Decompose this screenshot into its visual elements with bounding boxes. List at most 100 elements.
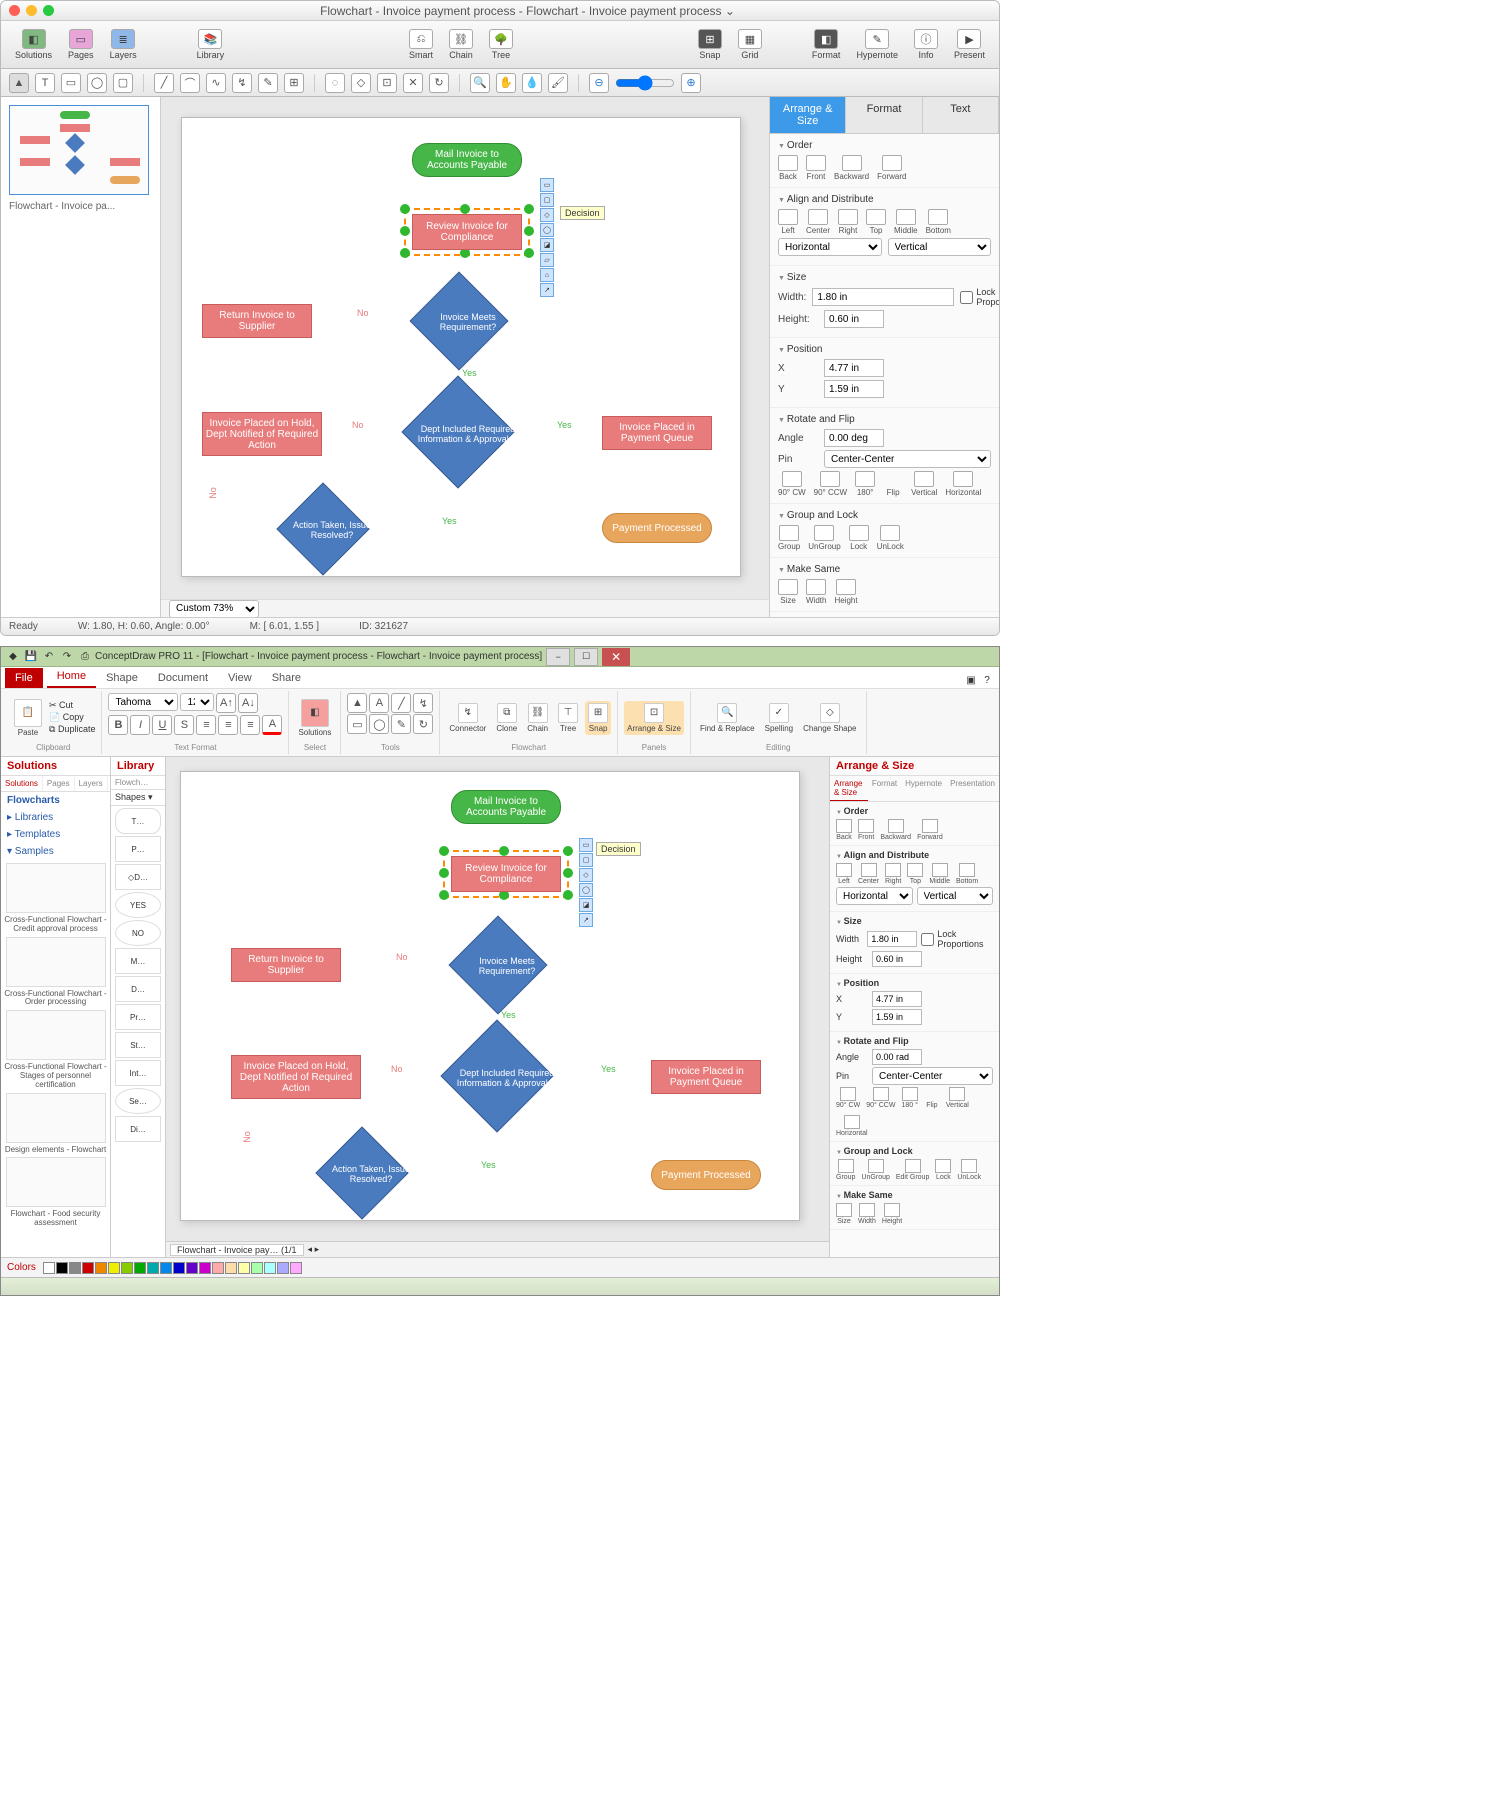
order-backward[interactable]: Backward [834, 155, 869, 181]
pt-ellipse[interactable]: ◯ [369, 714, 389, 734]
fc-connector[interactable]: ↯Connector [446, 701, 489, 735]
paste-button[interactable]: 📋Paste [11, 697, 45, 739]
w-unlock[interactable]: UnLock [957, 1159, 981, 1181]
qt-round[interactable]: ▢ [579, 853, 593, 867]
order-forward[interactable]: Forward [877, 155, 906, 181]
tab-format[interactable]: Format [846, 97, 922, 133]
qt-doc[interactable]: ◪ [540, 238, 554, 252]
minimize-icon[interactable]: − [546, 648, 570, 666]
tab-home[interactable]: Home [47, 666, 96, 688]
qat-save[interactable]: 💾 [23, 649, 39, 665]
shape-d[interactable]: D… [115, 976, 161, 1002]
pt-text[interactable]: A [369, 693, 389, 713]
wrt-format[interactable]: Format [868, 776, 901, 801]
w-sheight[interactable]: Height [882, 1203, 902, 1225]
ungroup-button[interactable]: UnGroup [808, 525, 840, 551]
color-swatch[interactable] [147, 1262, 159, 1274]
color-swatch[interactable] [173, 1262, 185, 1274]
sample-thumb[interactable] [6, 1157, 106, 1207]
align-right[interactable]: Right [838, 209, 858, 235]
color-swatch[interactable] [199, 1262, 211, 1274]
canvas-area[interactable]: Mail Invoice to Accounts Payable Review … [161, 97, 769, 617]
color-swatch[interactable] [251, 1262, 263, 1274]
w-editgroup[interactable]: Edit Group [896, 1159, 929, 1181]
shape-process-review[interactable]: Review Invoice for Compliance [412, 214, 522, 250]
win-drawing-page[interactable]: Mail Invoice to Accounts Payable Review … [180, 771, 800, 1221]
w-90cw[interactable]: 90° CW [836, 1087, 860, 1109]
align-center[interactable]: Center [806, 209, 830, 235]
tb-format[interactable]: ◧Format [806, 27, 847, 62]
fc-snap[interactable]: ⊞Snap [585, 701, 611, 735]
cat-libraries[interactable]: ▸ Libraries [1, 809, 110, 826]
align-l[interactable]: ≡ [196, 715, 216, 735]
w-height[interactable] [872, 951, 922, 967]
w-dist-v[interactable]: Vertical [917, 887, 994, 905]
cat-samples[interactable]: ▾ Samples [1, 843, 110, 860]
same-size[interactable]: Size [778, 579, 798, 605]
ptab-solutions[interactable]: Solutions [1, 776, 43, 791]
qt-rect[interactable]: ▭ [540, 178, 554, 192]
order-back[interactable]: Back [778, 155, 798, 181]
same-height[interactable]: Height [834, 579, 857, 605]
ribbon-min-icon[interactable]: ▣ [963, 672, 979, 688]
tb-pages[interactable]: ▭Pages [62, 27, 100, 62]
color-swatch[interactable] [108, 1262, 120, 1274]
w-shape-start[interactable]: Mail Invoice to Accounts Payable [451, 790, 561, 824]
w-pin[interactable]: Center-Center [872, 1067, 993, 1085]
tool-crop[interactable]: ⊡ [377, 73, 397, 93]
arrange-panel-button[interactable]: ⊡Arrange & Size [624, 701, 684, 735]
solutions-button[interactable]: ◧Solutions [295, 697, 334, 739]
font-size[interactable]: 12 [180, 693, 214, 711]
tool-point[interactable]: ✕ [403, 73, 423, 93]
w-ac[interactable]: Center [858, 863, 879, 885]
tb-tree[interactable]: 🌳Tree [483, 27, 519, 62]
ptab-pages[interactable]: Pages [43, 776, 75, 791]
w-front[interactable]: Front [858, 819, 874, 841]
strike-button[interactable]: S [174, 715, 194, 735]
copy-button[interactable]: 📄 Copy [49, 712, 95, 723]
w-fh[interactable]: Horizontal [836, 1115, 868, 1137]
pt-rot[interactable]: ↻ [413, 714, 433, 734]
font-dec[interactable]: A↓ [238, 693, 258, 713]
zoom-out-icon[interactable]: ⊖ [589, 73, 609, 93]
tab-shape[interactable]: Shape [96, 668, 148, 688]
zoom-slider[interactable] [615, 75, 675, 91]
tool-rect[interactable]: ▭ [61, 73, 81, 93]
wrt-hypernote[interactable]: Hypernote [901, 776, 946, 801]
zoom-icon[interactable] [43, 5, 54, 16]
tool-arc[interactable]: ⌒ [180, 73, 200, 93]
close-icon[interactable] [9, 5, 20, 16]
qt-arrow[interactable]: ↗ [579, 913, 593, 927]
tb-hypernote[interactable]: ✎Hypernote [850, 27, 904, 62]
qt-round[interactable]: ▢ [540, 193, 554, 207]
shape-process-return[interactable]: Return Invoice to Supplier [202, 304, 312, 338]
tool-line[interactable]: ╱ [154, 73, 174, 93]
w-al[interactable]: Left [836, 863, 852, 885]
shape-pill[interactable]: T… [115, 808, 161, 834]
tool-spline[interactable]: ∿ [206, 73, 226, 93]
shape-process-queue[interactable]: Invoice Placed in Payment Queue [602, 416, 712, 450]
shape-pr[interactable]: Pr… [115, 1004, 161, 1030]
tool-node[interactable]: ◇ [351, 73, 371, 93]
qt-rect[interactable]: ▭ [579, 838, 593, 852]
w-180[interactable]: 180 ° [901, 1087, 917, 1109]
qt-db[interactable]: ⌂ [540, 268, 554, 282]
align-c[interactable]: ≡ [218, 715, 238, 735]
w-x[interactable] [872, 991, 922, 1007]
fc-clone[interactable]: ⧉Clone [493, 701, 520, 735]
sample-thumb[interactable] [6, 1093, 106, 1143]
w-lock[interactable]: Lock [935, 1159, 951, 1181]
qt-diamond[interactable]: ◇ [540, 208, 554, 222]
minimize-icon[interactable] [26, 5, 37, 16]
tab-arrange[interactable]: Arrange & Size [770, 97, 846, 133]
wrt-present[interactable]: Presentation [946, 776, 999, 801]
color-swatch[interactable] [238, 1262, 250, 1274]
underline-button[interactable]: U [152, 715, 172, 735]
page-tab[interactable]: Flowchart - Invoice pay… (1/1 [170, 1244, 304, 1256]
w-at[interactable]: Top [907, 863, 923, 885]
rot-180[interactable]: 180° [855, 471, 875, 497]
tab-document[interactable]: Document [148, 668, 218, 688]
shape-diamond[interactable]: ◇D… [115, 864, 161, 890]
w-swidth[interactable]: Width [858, 1203, 876, 1225]
w-back[interactable]: Back [836, 819, 852, 841]
